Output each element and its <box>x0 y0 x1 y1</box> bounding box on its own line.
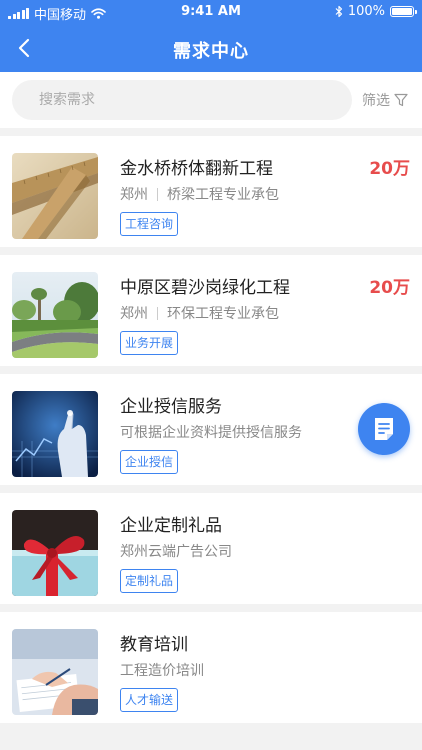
item-description: 可根据企业资料提供授信服务 <box>120 425 302 441</box>
divider <box>157 187 158 201</box>
item-location: 郑州 <box>120 187 148 203</box>
item-title: 企业定制礼品 <box>120 516 222 536</box>
item-description: 郑州云端广告公司 <box>120 544 232 560</box>
list-item[interactable]: 教育培训 工程造价培训 人才输送 <box>0 612 422 723</box>
battery-label: 100% <box>347 4 385 19</box>
item-tag[interactable]: 业务开展 <box>120 331 179 355</box>
filter-label: 筛选 <box>362 93 390 109</box>
item-title: 中原区碧沙岗绿化工程 <box>120 278 290 298</box>
item-description: 工程造价培训 <box>120 663 204 679</box>
search-area: 筛选 <box>0 72 422 128</box>
page-title: 需求中心 <box>173 41 249 62</box>
item-thumbnail-ruler <box>12 153 98 239</box>
item-thumbnail-park <box>12 272 98 358</box>
search-input[interactable] <box>12 80 352 120</box>
item-subtitle: 郑州 桥梁工程专业承包 <box>120 184 279 204</box>
item-location: 郑州 <box>120 306 148 322</box>
battery-icon <box>390 6 417 17</box>
status-bar: 中国移动 9:41 AM 100% <box>0 0 422 24</box>
filter-button[interactable]: 筛选 <box>362 90 408 110</box>
item-title: 金水桥桥体翻新工程 <box>120 159 273 179</box>
item-price: 20万 <box>369 278 410 298</box>
item-tag[interactable]: 企业授信 <box>120 450 179 474</box>
publish-demand-button[interactable] <box>358 403 410 455</box>
item-title: 教育培训 <box>120 635 188 655</box>
item-thumbnail-gift <box>12 510 98 596</box>
list-item[interactable]: 企业定制礼品 郑州云端广告公司 定制礼品 <box>0 493 422 604</box>
item-title: 企业授信服务 <box>120 397 222 417</box>
item-price: 20万 <box>369 159 410 179</box>
item-tag[interactable]: 定制礼品 <box>120 569 179 593</box>
status-right: 100% <box>335 4 417 19</box>
nav-bar: 需求中心 <box>0 24 422 72</box>
item-thumbnail-hand <box>12 391 98 477</box>
item-subtitle: 郑州 环保工程专业承包 <box>120 303 279 323</box>
document-icon <box>375 418 393 440</box>
item-tag[interactable]: 人才输送 <box>120 688 179 712</box>
item-tag[interactable]: 工程咨询 <box>120 212 179 236</box>
divider <box>157 306 158 320</box>
item-category: 环保工程专业承包 <box>167 306 279 322</box>
list-item[interactable]: 金水桥桥体翻新工程 郑州 桥梁工程专业承包 工程咨询 20万 <box>0 136 422 247</box>
item-thumbnail-training <box>12 629 98 715</box>
bluetooth-icon <box>335 5 342 18</box>
item-category: 桥梁工程专业承包 <box>167 187 279 203</box>
list-item[interactable]: 中原区碧沙岗绿化工程 郑州 环保工程专业承包 业务开展 20万 <box>0 255 422 366</box>
filter-icon <box>394 93 408 107</box>
